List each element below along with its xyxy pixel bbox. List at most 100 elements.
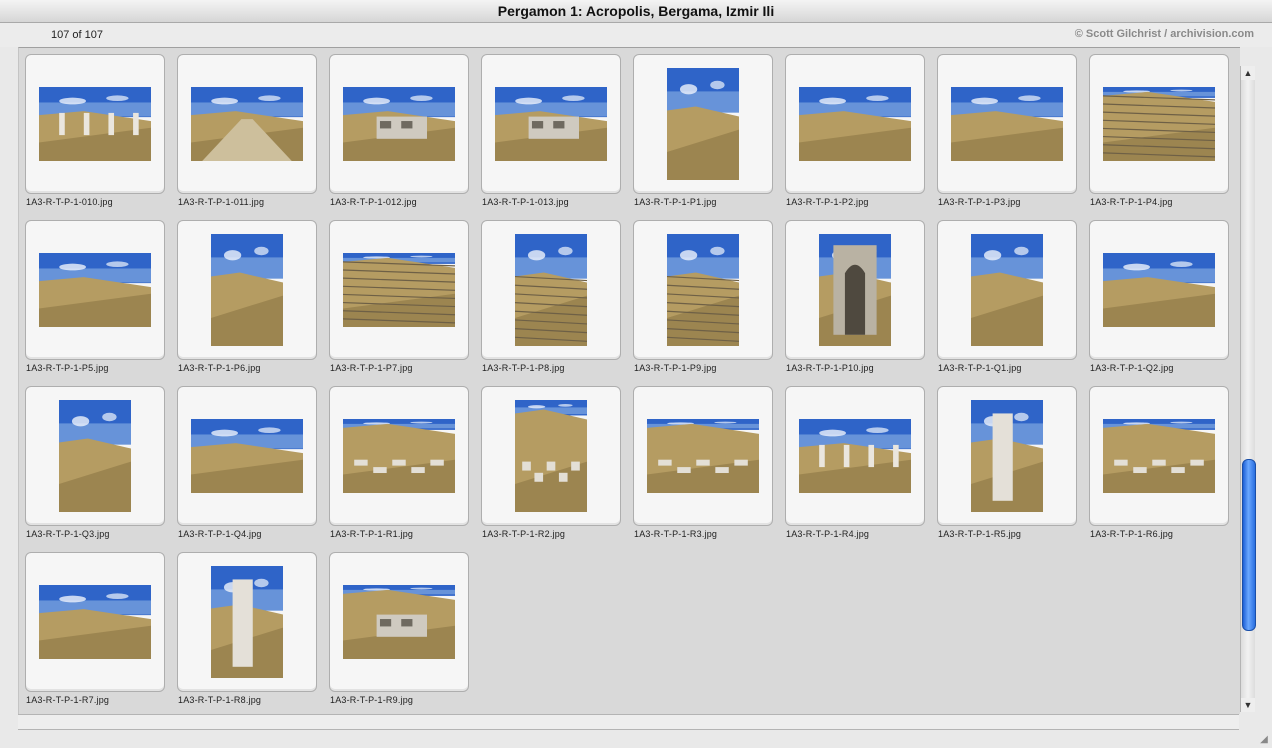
slide-mount[interactable] bbox=[481, 54, 621, 194]
slide-mount[interactable] bbox=[25, 552, 165, 692]
slide-mount[interactable] bbox=[1089, 386, 1229, 526]
thumbnail-filename: 1A3-R-T-P-1-010.jpg bbox=[26, 197, 113, 207]
thumbnail-cell[interactable]: 1A3-R-T-P-1-R8.jpg bbox=[177, 552, 317, 712]
thumbnail-image[interactable] bbox=[39, 87, 151, 161]
vertical-scrollbar[interactable]: ▲ ▼ bbox=[1240, 66, 1256, 712]
thumbnail-image[interactable] bbox=[799, 87, 911, 161]
thumbnail-image[interactable] bbox=[211, 566, 283, 678]
slide-mount[interactable] bbox=[633, 220, 773, 360]
window-title-bar: Pergamon 1: Acropolis, Bergama, Izmir Il… bbox=[0, 0, 1272, 23]
thumbnail-image[interactable] bbox=[211, 234, 283, 346]
slide-mount[interactable] bbox=[785, 386, 925, 526]
slide-mount[interactable] bbox=[937, 220, 1077, 360]
slide-mount[interactable] bbox=[177, 552, 317, 692]
thumbnail-cell[interactable]: 1A3-R-T-P-1-P3.jpg bbox=[937, 54, 1077, 214]
thumbnail-image[interactable] bbox=[647, 419, 759, 493]
thumbnail-filename: 1A3-R-T-P-1-P6.jpg bbox=[178, 363, 261, 373]
thumbnail-cell[interactable]: 1A3-R-T-P-1-P6.jpg bbox=[177, 220, 317, 380]
thumbnail-cell[interactable]: 1A3-R-T-P-1-011.jpg bbox=[177, 54, 317, 214]
thumbnail-cell[interactable]: 1A3-R-T-P-1-P1.jpg bbox=[633, 54, 773, 214]
scroll-thumb[interactable] bbox=[1242, 459, 1256, 632]
slide-mount[interactable] bbox=[329, 54, 469, 194]
thumbnail-image[interactable] bbox=[515, 400, 587, 512]
thumbnail-image[interactable] bbox=[971, 234, 1043, 346]
thumbnail-image[interactable] bbox=[191, 419, 303, 493]
thumbnail-image[interactable] bbox=[1103, 419, 1215, 493]
thumbnail-image[interactable] bbox=[343, 419, 455, 493]
slide-mount[interactable] bbox=[25, 220, 165, 360]
slide-mount[interactable] bbox=[25, 386, 165, 526]
thumbnail-image[interactable] bbox=[39, 253, 151, 327]
thumbnail-filename: 1A3-R-T-P-1-Q1.jpg bbox=[938, 363, 1022, 373]
thumbnail-image[interactable] bbox=[343, 87, 455, 161]
thumbnail-image[interactable] bbox=[515, 234, 587, 346]
thumbnail-image[interactable] bbox=[1103, 87, 1215, 161]
thumbnail-image[interactable] bbox=[343, 253, 455, 327]
thumbnail-cell[interactable]: 1A3-R-T-P-1-P7.jpg bbox=[329, 220, 469, 380]
thumbnail-cell[interactable]: 1A3-R-T-P-1-R6.jpg bbox=[1089, 386, 1229, 546]
slide-mount[interactable] bbox=[633, 54, 773, 194]
thumbnail-cell[interactable]: 1A3-R-T-P-1-R1.jpg bbox=[329, 386, 469, 546]
thumbnail-image[interactable] bbox=[191, 87, 303, 161]
slide-mount[interactable] bbox=[937, 386, 1077, 526]
thumbnail-filename: 1A3-R-T-P-1-P4.jpg bbox=[1090, 197, 1173, 207]
thumbnail-image[interactable] bbox=[39, 585, 151, 659]
slide-mount[interactable] bbox=[329, 220, 469, 360]
scroll-up-arrow-icon[interactable]: ▲ bbox=[1241, 66, 1255, 80]
thumbnail-browser[interactable]: 1A3-R-T-P-1-010.jpg 1A3-R-T-P-1-011.jpg 1A… bbox=[18, 47, 1240, 714]
thumbnail-image[interactable] bbox=[1103, 253, 1215, 327]
slide-mount[interactable] bbox=[329, 386, 469, 526]
thumbnail-image[interactable] bbox=[495, 87, 607, 161]
thumbnail-cell[interactable]: 1A3-R-T-P-1-R2.jpg bbox=[481, 386, 621, 546]
slide-mount[interactable] bbox=[481, 386, 621, 526]
thumbnail-cell[interactable]: 1A3-R-T-P-1-Q4.jpg bbox=[177, 386, 317, 546]
thumbnail-cell[interactable]: 1A3-R-T-P-1-P8.jpg bbox=[481, 220, 621, 380]
thumbnail-cell[interactable]: 1A3-R-T-P-1-012.jpg bbox=[329, 54, 469, 214]
thumbnail-cell[interactable]: 1A3-R-T-P-1-Q1.jpg bbox=[937, 220, 1077, 380]
thumbnail-cell[interactable]: 1A3-R-T-P-1-P5.jpg bbox=[25, 220, 165, 380]
thumbnail-cell[interactable]: 1A3-R-T-P-1-P2.jpg bbox=[785, 54, 925, 214]
thumbnail-cell[interactable]: 1A3-R-T-P-1-Q2.jpg bbox=[1089, 220, 1229, 380]
slide-mount[interactable] bbox=[481, 220, 621, 360]
slide-mount[interactable] bbox=[329, 552, 469, 692]
slide-mount[interactable] bbox=[1089, 54, 1229, 194]
thumbnail-cell[interactable]: 1A3-R-T-P-1-P10.jpg bbox=[785, 220, 925, 380]
thumbnail-image[interactable] bbox=[971, 400, 1043, 512]
thumbnail-image[interactable] bbox=[799, 419, 911, 493]
thumbnail-cell[interactable]: 1A3-R-T-P-1-R5.jpg bbox=[937, 386, 1077, 546]
slide-mount[interactable] bbox=[937, 54, 1077, 194]
thumbnail-image[interactable] bbox=[59, 400, 131, 512]
slide-mount[interactable] bbox=[785, 54, 925, 194]
slide-mount[interactable] bbox=[785, 220, 925, 360]
resize-grip-icon[interactable]: ◢ bbox=[1258, 734, 1270, 746]
thumbnail-cell[interactable]: 1A3-R-T-P-1-R3.jpg bbox=[633, 386, 773, 546]
horizontal-scrollbar[interactable] bbox=[18, 714, 1239, 730]
thumbnail-cell[interactable]: 1A3-R-T-P-1-010.jpg bbox=[25, 54, 165, 214]
thumbnail-filename: 1A3-R-T-P-1-R1.jpg bbox=[330, 529, 414, 539]
slide-mount[interactable] bbox=[633, 386, 773, 526]
thumbnail-image[interactable] bbox=[667, 234, 739, 346]
thumbnail-cell[interactable]: 1A3-R-T-P-1-Q3.jpg bbox=[25, 386, 165, 546]
thumbnail-cell[interactable]: 1A3-R-T-P-1-R4.jpg bbox=[785, 386, 925, 546]
slide-mount[interactable] bbox=[177, 54, 317, 194]
thumbnail-cell[interactable]: 1A3-R-T-P-1-013.jpg bbox=[481, 54, 621, 214]
slide-mount[interactable] bbox=[25, 54, 165, 194]
thumbnail-cell[interactable]: 1A3-R-T-P-1-R7.jpg bbox=[25, 552, 165, 712]
thumbnail-image[interactable] bbox=[343, 585, 455, 659]
thumbnail-image[interactable] bbox=[819, 234, 891, 346]
thumbnail-cell[interactable]: 1A3-R-T-P-1-P9.jpg bbox=[633, 220, 773, 380]
scroll-down-arrow-icon[interactable]: ▼ bbox=[1241, 698, 1255, 712]
thumbnail-filename: 1A3-R-T-P-1-P2.jpg bbox=[786, 197, 869, 207]
slide-mount[interactable] bbox=[177, 386, 317, 526]
thumbnail-cell[interactable]: 1A3-R-T-P-1-R9.jpg bbox=[329, 552, 469, 712]
slide-mount[interactable] bbox=[177, 220, 317, 360]
slide-mount[interactable] bbox=[1089, 220, 1229, 360]
thumbnail-cell[interactable]: 1A3-R-T-P-1-P4.jpg bbox=[1089, 54, 1229, 214]
thumbnail-image[interactable] bbox=[667, 68, 739, 180]
thumbnail-image[interactable] bbox=[951, 87, 1063, 161]
thumbnail-filename: 1A3-R-T-P-1-R2.jpg bbox=[482, 529, 566, 539]
thumbnail-filename: 1A3-R-T-P-1-P8.jpg bbox=[482, 363, 565, 373]
thumbnail-filename: 1A3-R-T-P-1-012.jpg bbox=[330, 197, 417, 207]
thumbnail-filename: 1A3-R-T-P-1-P3.jpg bbox=[938, 197, 1021, 207]
thumbnail-filename: 1A3-R-T-P-1-P7.jpg bbox=[330, 363, 413, 373]
